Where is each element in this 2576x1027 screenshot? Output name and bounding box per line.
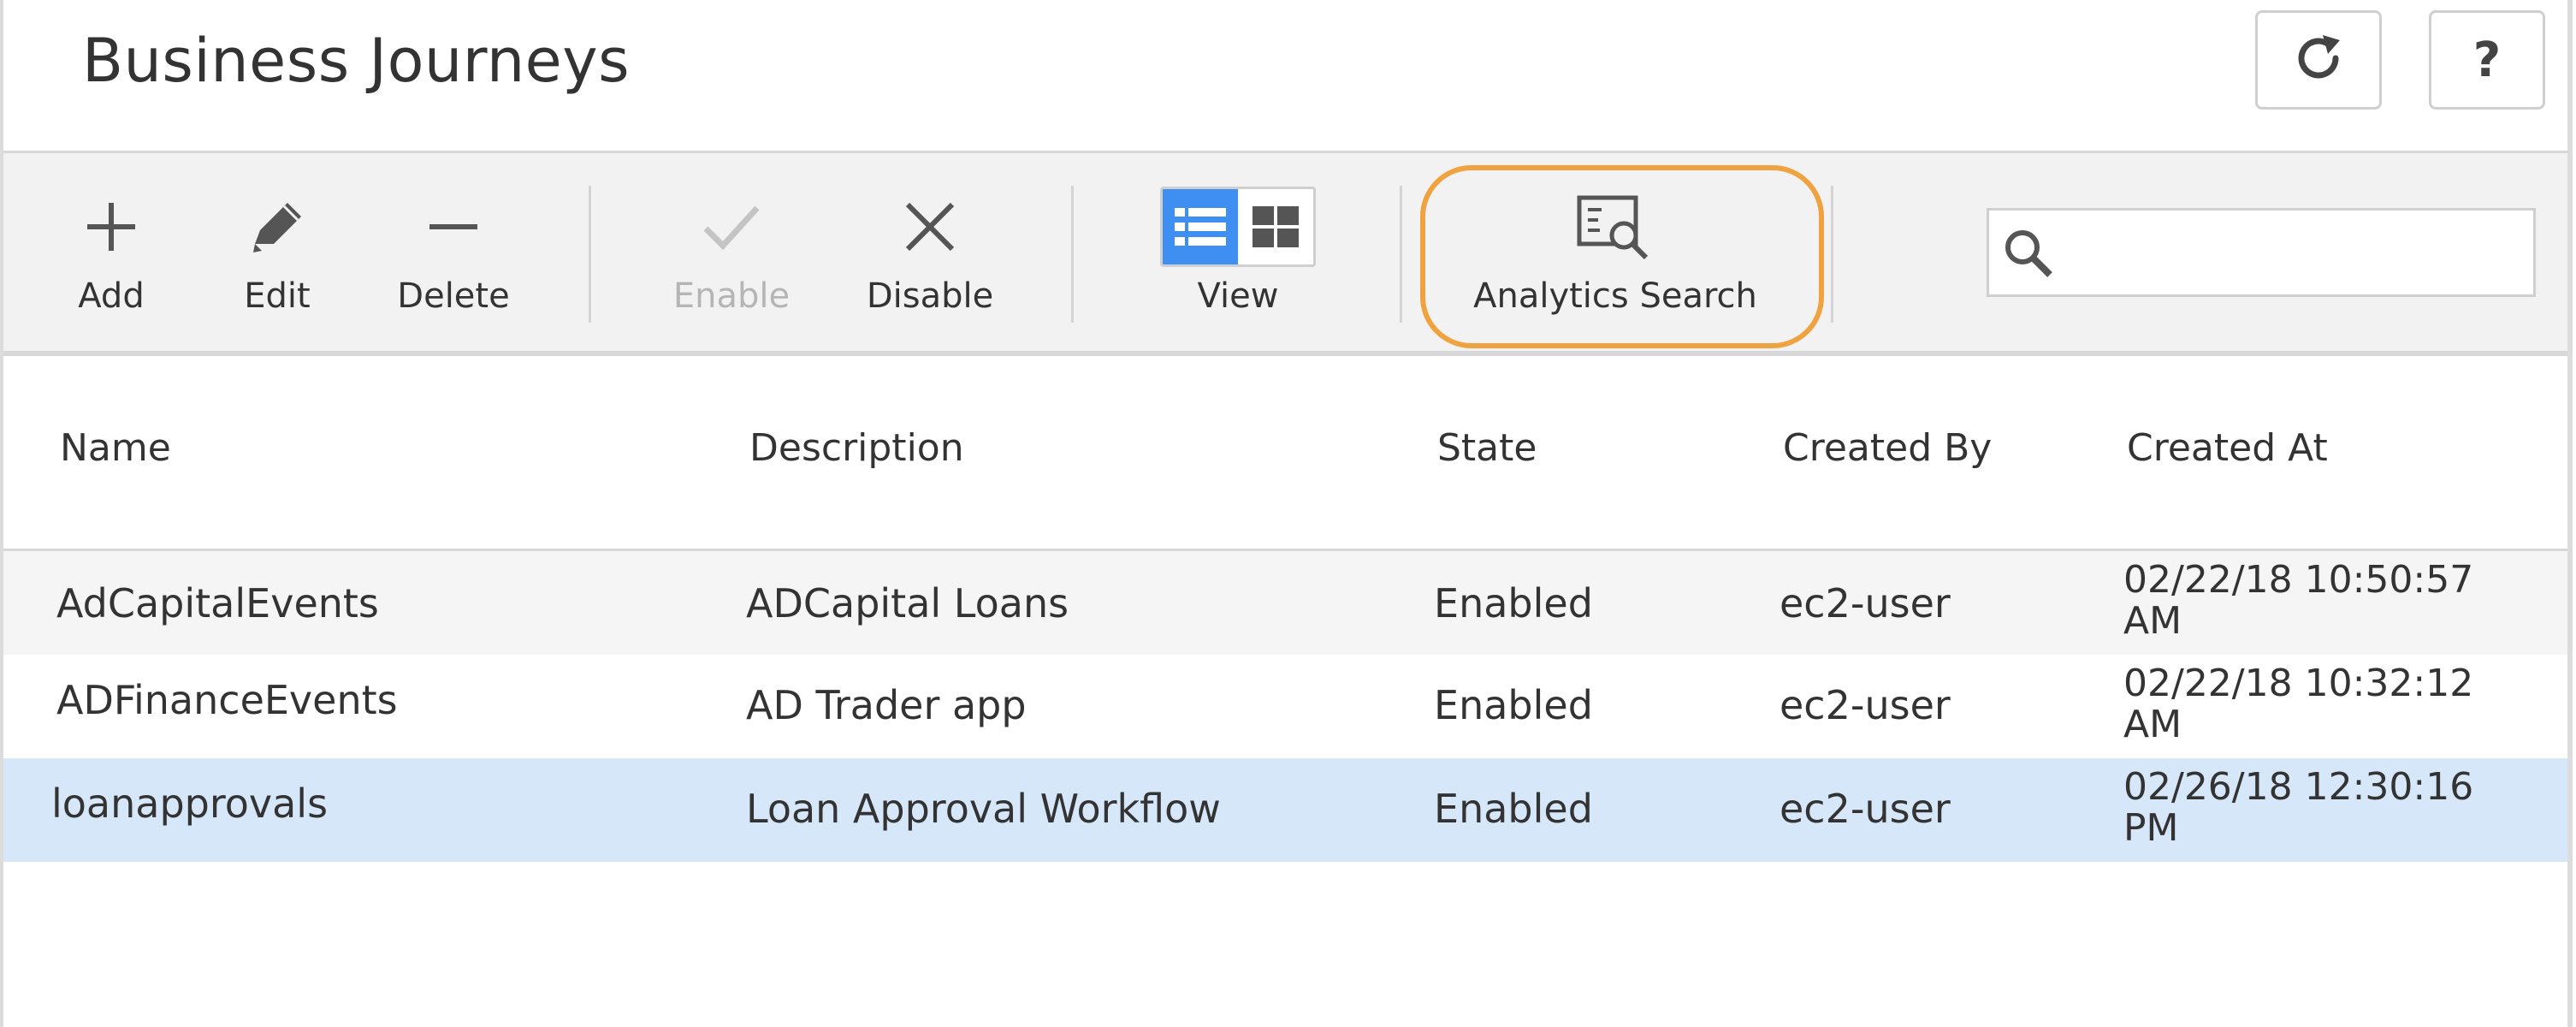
analytics-search-label: Analytics Search bbox=[1473, 276, 1757, 316]
edit-label: Edit bbox=[244, 276, 311, 316]
cell-state: Enabled bbox=[1434, 786, 1593, 832]
grid-view-icon bbox=[1252, 206, 1299, 247]
cell-state: Enabled bbox=[1434, 682, 1593, 728]
checkmark-icon bbox=[701, 184, 762, 270]
enable-button[interactable]: Enable bbox=[672, 184, 791, 329]
list-view-button[interactable] bbox=[1163, 189, 1238, 264]
plus-icon bbox=[84, 184, 139, 270]
view-toggle bbox=[1160, 187, 1316, 267]
view-label: View bbox=[1197, 276, 1279, 316]
close-icon bbox=[903, 184, 957, 270]
help-icon: ? bbox=[2472, 32, 2502, 88]
cell-created-by: ec2-user bbox=[1780, 580, 1951, 626]
toolbar-separator bbox=[589, 186, 591, 323]
toolbar-separator bbox=[1071, 186, 1074, 323]
refresh-icon bbox=[2289, 28, 2348, 92]
cell-description: ADCapital Loans bbox=[746, 580, 1069, 626]
toolbar: Add Edit Delete Enable Disable View Anal… bbox=[3, 151, 2567, 356]
refresh-button[interactable] bbox=[2255, 10, 2382, 110]
cell-created-at: 02/26/18 12:30:16 PM bbox=[2123, 765, 2474, 850]
cell-description: AD Trader app bbox=[746, 682, 1027, 728]
edit-button[interactable]: Edit bbox=[238, 184, 317, 329]
table-row-selected[interactable]: loanapprovals Loan Approval Workflow Ena… bbox=[3, 758, 2567, 862]
page-header: Business Journeys ? bbox=[3, 0, 2567, 151]
pencil-icon bbox=[246, 184, 308, 270]
cell-state: Enabled bbox=[1434, 580, 1593, 626]
delete-button[interactable]: Delete bbox=[397, 184, 510, 329]
cell-created-at: 02/22/18 10:50:57 AM bbox=[2123, 558, 2474, 643]
column-header-created-by[interactable]: Created By bbox=[1783, 426, 1992, 470]
cell-created-by: ec2-user bbox=[1780, 786, 1951, 832]
column-header-state[interactable]: State bbox=[1437, 426, 1537, 470]
view-toggle-group: View bbox=[1158, 184, 1318, 329]
grid-view-button[interactable] bbox=[1238, 189, 1313, 264]
list-view-icon bbox=[1175, 208, 1226, 246]
cell-created-by: ec2-user bbox=[1780, 682, 1951, 728]
column-header-description[interactable]: Description bbox=[749, 426, 964, 470]
table-header: Name Description State Created By Create… bbox=[3, 356, 2567, 551]
enable-label: Enable bbox=[672, 276, 791, 316]
cell-name: AdCapitalEvents bbox=[56, 580, 379, 626]
add-label: Add bbox=[78, 276, 145, 316]
analytics-search-icon bbox=[1574, 184, 1656, 270]
cell-description: Loan Approval Workflow bbox=[746, 786, 1221, 832]
column-header-created-at[interactable]: Created At bbox=[2127, 426, 2328, 470]
cell-name: ADFinanceEvents bbox=[56, 677, 398, 723]
add-button[interactable]: Add bbox=[75, 184, 147, 329]
search-field[interactable] bbox=[1987, 208, 2536, 297]
help-button[interactable]: ? bbox=[2429, 10, 2545, 110]
page-title: Business Journeys bbox=[82, 26, 631, 96]
toolbar-separator bbox=[1400, 186, 1402, 323]
column-header-name[interactable]: Name bbox=[60, 426, 171, 470]
journeys-table: Name Description State Created By Create… bbox=[3, 356, 2567, 862]
cell-name: loanapprovals bbox=[51, 781, 329, 827]
toolbar-separator bbox=[1831, 186, 1833, 323]
business-journeys-panel: Business Journeys ? Add Edit Delete Enab… bbox=[0, 0, 2573, 1027]
table-row[interactable]: ADFinanceEvents AD Trader app Enabled ec… bbox=[3, 655, 2567, 758]
minus-icon bbox=[426, 184, 481, 270]
disable-button[interactable]: Disable bbox=[866, 184, 994, 329]
search-input[interactable] bbox=[2066, 213, 2533, 292]
table-row[interactable]: AdCapitalEvents ADCapital Loans Enabled … bbox=[3, 551, 2567, 655]
disable-label: Disable bbox=[866, 276, 994, 316]
search-icon bbox=[1989, 225, 2066, 280]
analytics-search-button[interactable]: Analytics Search bbox=[1473, 184, 1757, 329]
cell-created-at: 02/22/18 10:32:12 AM bbox=[2123, 662, 2474, 746]
delete-label: Delete bbox=[397, 276, 510, 316]
